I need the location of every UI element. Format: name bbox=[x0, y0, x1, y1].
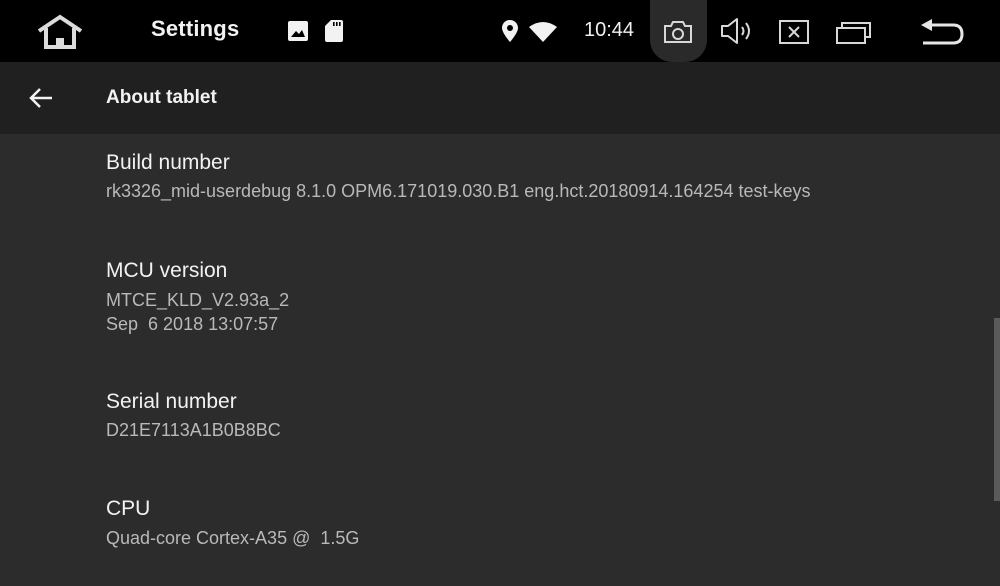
about-tablet-list[interactable]: Build number rk3326_mid-userdebug 8.1.0 … bbox=[0, 134, 1000, 586]
close-box-icon bbox=[779, 20, 809, 44]
pref-serial-number[interactable]: Serial number D21E7113A1B0B8BC bbox=[106, 389, 281, 442]
wifi-icon bbox=[529, 22, 557, 42]
scrollbar[interactable] bbox=[994, 318, 1000, 501]
back-return-icon bbox=[921, 19, 964, 45]
page-title: About tablet bbox=[106, 87, 217, 108]
pref-cpu[interactable]: CPU Quad-core Cortex-A35 @ 1.5G bbox=[106, 496, 359, 550]
volume-icon bbox=[721, 18, 750, 44]
navigate-up-button[interactable] bbox=[26, 84, 56, 112]
volume-button[interactable] bbox=[718, 16, 756, 46]
pref-summary: D21E7113A1B0B8BC bbox=[106, 420, 281, 440]
camera-icon bbox=[664, 21, 692, 43]
pref-title: Build number bbox=[106, 151, 230, 174]
sd-card-notification bbox=[323, 19, 345, 43]
pref-summary: Quad-core Cortex-A35 @ 1.5G bbox=[106, 528, 360, 548]
wifi-indicator bbox=[528, 21, 558, 43]
pref-summary: rk3326_mid-userdebug 8.1.0 OPM6.171019.0… bbox=[106, 181, 811, 201]
home-icon bbox=[37, 14, 83, 49]
pref-summary: MTCE_KLD_V2.93a_2 bbox=[106, 290, 290, 310]
pref-title: MCU version bbox=[106, 259, 228, 282]
status-bar: Settings 10:44 bbox=[0, 0, 1000, 62]
pref-summary-line2: Sep 6 2018 13:07:57 bbox=[106, 314, 279, 334]
recent-apps-icon bbox=[836, 22, 871, 44]
pref-title: Serial number bbox=[106, 390, 237, 413]
pref-build-number[interactable]: Build number rk3326_mid-userdebug 8.1.0 … bbox=[106, 150, 811, 203]
pref-title: CPU bbox=[106, 497, 151, 520]
app-title: Settings bbox=[151, 16, 240, 41]
app-toolbar: About tablet bbox=[0, 62, 1000, 134]
screenshot-button[interactable] bbox=[660, 19, 696, 45]
sd-card-icon bbox=[325, 20, 343, 42]
location-icon bbox=[502, 20, 518, 42]
home-button[interactable] bbox=[34, 12, 86, 52]
clock: 10:44 bbox=[584, 19, 635, 41]
arrow-left-icon bbox=[29, 88, 52, 108]
recent-apps-button[interactable] bbox=[834, 18, 874, 46]
pref-mcu-version[interactable]: MCU version MTCE_KLD_V2.93a_2 Sep 6 2018… bbox=[106, 258, 289, 336]
location-indicator bbox=[500, 19, 520, 43]
system-back-button[interactable] bbox=[916, 16, 968, 48]
image-icon bbox=[288, 21, 308, 41]
gallery-notification bbox=[287, 20, 309, 42]
close-app-button[interactable] bbox=[778, 19, 810, 45]
